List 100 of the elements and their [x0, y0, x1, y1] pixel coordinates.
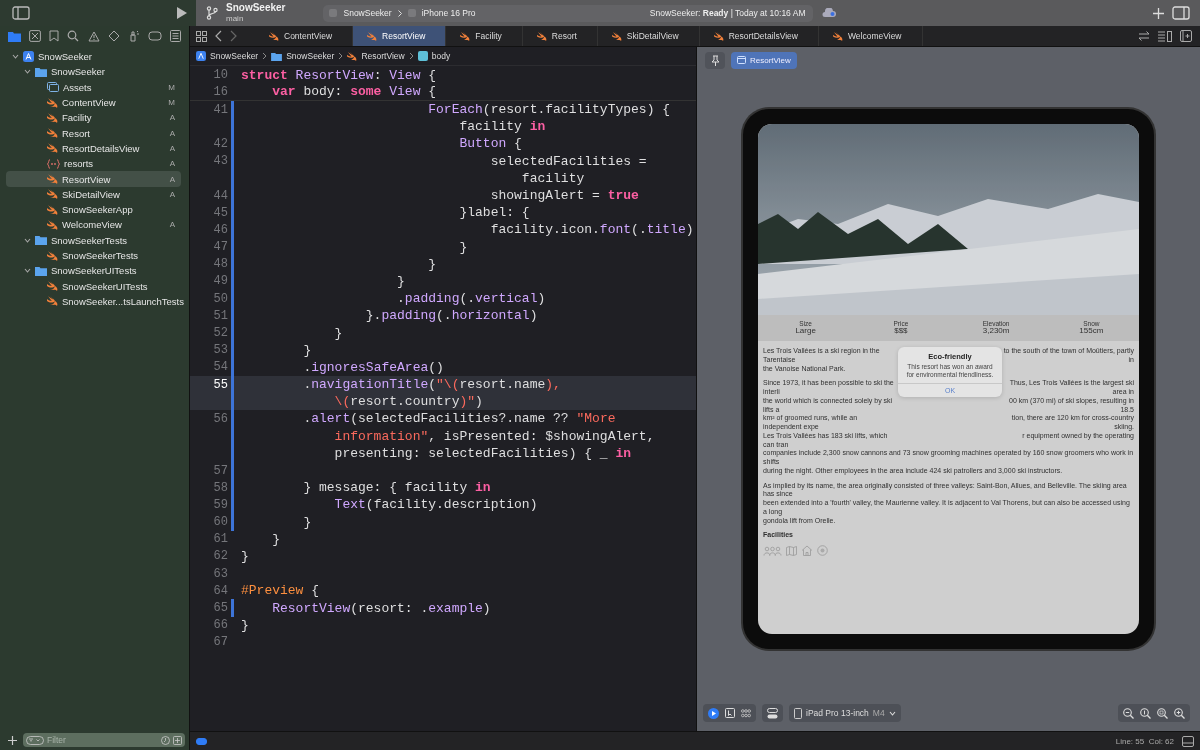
file-tree-item[interactable]: ContentView M	[6, 94, 181, 111]
clock-icon[interactable]	[161, 735, 170, 745]
settings-toggle-button[interactable]	[762, 704, 783, 722]
stat-value: 155cm	[1079, 327, 1104, 336]
breadcrumb-item[interactable]: SnowSeeker	[286, 51, 335, 61]
file-tree-item[interactable]: SnowSeeker	[6, 64, 181, 80]
file-name: ResortView	[62, 173, 112, 185]
git-status-letter: M	[168, 82, 175, 92]
live-preview-icon[interactable]	[708, 707, 719, 719]
file-name: Facility	[62, 112, 93, 124]
file-tree-item[interactable]: Assets M	[6, 79, 181, 95]
chevron-down-icon[interactable]	[24, 267, 31, 275]
editor-tab[interactable]: Facility	[446, 26, 523, 46]
chevron-down-icon[interactable]	[24, 236, 31, 244]
zoom-fit-icon[interactable]	[1157, 707, 1168, 719]
scope-icon[interactable]	[173, 735, 182, 745]
forward-icon[interactable]	[230, 30, 237, 42]
stat-value: $$$	[894, 327, 908, 336]
editor-tab[interactable]: WelcomeView	[818, 26, 923, 46]
back-icon[interactable]	[215, 30, 222, 42]
file-tree-item[interactable]: Resort A	[6, 125, 181, 141]
file-tree-item[interactable]: WelcomeView A	[6, 217, 181, 233]
code-line: facility	[520, 170, 585, 186]
code-line: presenting: selectedFacilities) { _ in	[333, 445, 632, 461]
bookmark-icon[interactable]	[49, 30, 60, 42]
file-tree-item[interactable]: SkiDetailView A	[6, 186, 181, 202]
chevron-down-icon[interactable]	[12, 53, 19, 61]
file-tree-item[interactable]: SnowSeeker	[6, 49, 181, 65]
filter-input[interactable]: Filter	[47, 735, 158, 745]
plus-icon[interactable]	[1153, 7, 1164, 19]
line-number: 44	[213, 188, 228, 203]
list-icon[interactable]	[170, 30, 181, 42]
tag-icon[interactable]	[147, 31, 162, 41]
breakpoint-toggle[interactable]	[196, 737, 207, 745]
editor-tab[interactable]: ResortView	[353, 26, 447, 46]
folder-icon[interactable]	[8, 30, 21, 42]
filter-field[interactable]: Filter	[23, 733, 185, 747]
preview-chip[interactable]: ResortView	[731, 51, 797, 69]
line-number: 45	[213, 205, 228, 220]
file-tree-item[interactable]: SnowSeekerApp	[6, 201, 181, 218]
file-tree-item[interactable]: SnowSeekerTests	[6, 232, 181, 248]
breadcrumb-item[interactable]: body	[431, 51, 451, 61]
swift-file-icon	[47, 204, 58, 215]
code-line: }.padding(.horizontal)	[364, 308, 538, 324]
file-tree-item[interactable]: ResortDetailsView A	[6, 140, 181, 157]
selection-mode-icon[interactable]	[725, 708, 735, 718]
zoom-in-icon[interactable]	[1174, 707, 1185, 719]
scheme-selector[interactable]: SnowSeeker	[343, 8, 392, 18]
breadcrumb-item[interactable]: ResortView	[361, 51, 405, 61]
editor-tab[interactable]: SkiDetailView	[597, 26, 700, 46]
add-editor-icon[interactable]	[1180, 30, 1192, 42]
variants-grid-icon[interactable]	[741, 708, 751, 718]
git-status-letter: M	[168, 98, 175, 108]
zoom-out-icon[interactable]	[1123, 707, 1134, 719]
file-tree-item[interactable]: Facility A	[6, 110, 181, 126]
project-title: SnowSeeker	[226, 3, 286, 13]
file-tree-item[interactable]: SnowSeekerUITests	[6, 263, 181, 279]
debug-area-icon[interactable]	[1182, 735, 1194, 747]
cloud-icon[interactable]	[821, 8, 838, 18]
grid-icon[interactable]	[196, 30, 207, 42]
file-tree-item[interactable]: SnowSeekerTests	[6, 247, 181, 264]
warning-icon[interactable]	[87, 30, 100, 42]
lines-icon[interactable]	[1158, 30, 1172, 42]
file-tree-item[interactable]: SnowSeekerUITests	[6, 278, 181, 294]
code-line: facility in	[458, 119, 546, 135]
code-line: .navigationTitle("\(resort.name),	[302, 377, 561, 393]
editor-tab[interactable]: ResortDetailsView	[699, 26, 819, 46]
line-number: 51	[213, 308, 228, 323]
spray-icon[interactable]	[127, 30, 140, 42]
line-number: 10	[213, 68, 228, 83]
destination-selector[interactable]: iPhone 16 Pro	[421, 8, 476, 18]
chevron-down-icon[interactable]	[24, 68, 31, 76]
breadcrumb-item[interactable]: SnowSeeker	[210, 51, 259, 61]
source-control-icon[interactable]	[29, 30, 42, 42]
diamond-icon[interactable]	[107, 30, 120, 42]
swift-file-icon	[347, 51, 358, 61]
file-name: SnowSeeker...tsLaunchTests	[62, 295, 184, 307]
line-number: 41	[213, 102, 228, 117]
git-status-letter: A	[169, 143, 175, 153]
search-icon[interactable]	[67, 30, 80, 42]
sidebar-toggle-icon[interactable]	[12, 6, 30, 20]
swap-arrows-icon[interactable]	[1138, 31, 1150, 41]
file-tree-item[interactable]: ResortView A	[6, 171, 181, 187]
filter-options-icon[interactable]	[26, 735, 44, 745]
file-name: SnowSeekerApp	[62, 204, 134, 216]
git-status-letter: A	[169, 128, 175, 138]
zoom-actual-icon[interactable]	[1140, 707, 1151, 719]
branch-name: main	[226, 15, 245, 23]
file-tree-item[interactable]: resorts A	[6, 156, 181, 172]
editor-tab[interactable]: Resort	[522, 26, 598, 46]
chevron-right-icon	[262, 52, 268, 60]
device-selector[interactable]: iPad Pro 13-inch M4	[789, 704, 901, 722]
pin-button[interactable]	[705, 51, 725, 69]
line-number: 59	[213, 497, 228, 512]
plus-icon[interactable]	[8, 735, 17, 745]
run-icon[interactable]	[176, 6, 188, 20]
folder-icon	[271, 51, 283, 61]
swift-file-icon	[269, 31, 279, 41]
git-status-letter: A	[169, 174, 175, 184]
inspector-toggle-icon[interactable]	[1172, 6, 1190, 20]
